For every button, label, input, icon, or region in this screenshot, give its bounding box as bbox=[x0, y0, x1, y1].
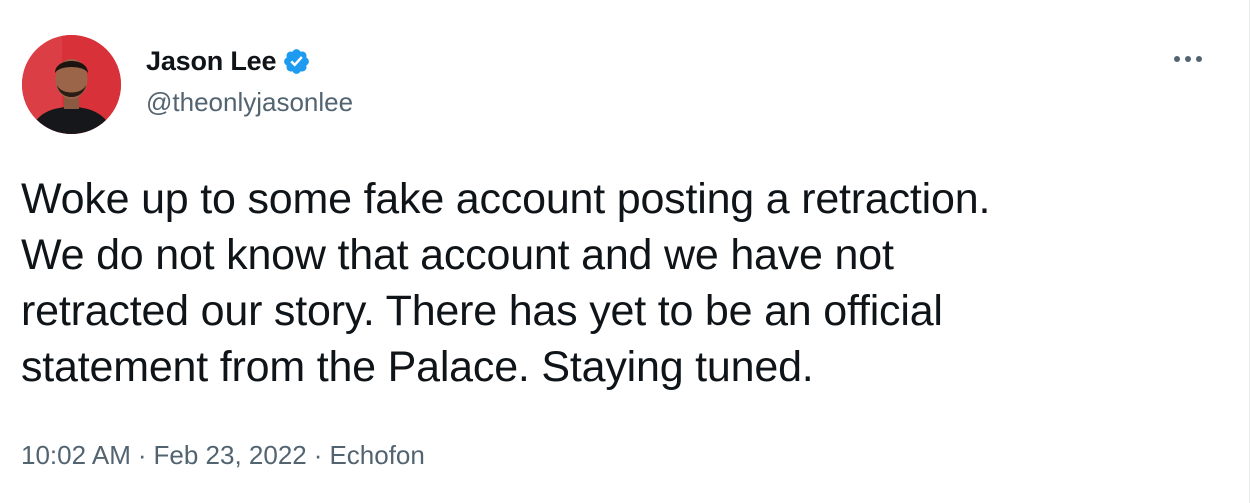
tweet-text-line: Woke up to some fake account posting a r… bbox=[21, 175, 991, 223]
avatar-image bbox=[22, 35, 121, 134]
verified-badge-icon bbox=[282, 47, 311, 76]
tweet-time[interactable]: 10:02 AM bbox=[21, 440, 131, 471]
tweet-text-line: retracted our story. There has yet to be… bbox=[21, 287, 943, 335]
tweet-text: Woke up to some fake account posting a r… bbox=[21, 171, 1211, 395]
tweet-text-line: statement from the Palace. Staying tuned… bbox=[21, 343, 814, 391]
tweet-text-line: We do not know that account and we have … bbox=[21, 231, 894, 279]
meta-separator: · bbox=[137, 440, 147, 470]
author-handle[interactable]: @theonlyjasonlee bbox=[146, 87, 353, 118]
author-name-row[interactable]: Jason Lee bbox=[146, 42, 311, 80]
avatar[interactable] bbox=[22, 35, 121, 134]
tweet-card: Jason Lee @theonlyjasonlee Woke up to so… bbox=[0, 0, 1250, 503]
tweet-date[interactable]: Feb 23, 2022 bbox=[154, 440, 307, 471]
meta-separator: · bbox=[313, 440, 323, 470]
more-options-button[interactable] bbox=[1168, 44, 1208, 74]
more-options-icon bbox=[1174, 56, 1202, 62]
author-display-name[interactable]: Jason Lee bbox=[146, 46, 276, 77]
tweet-metadata: 10:02 AM · Feb 23, 2022 · Echofon bbox=[21, 440, 425, 471]
tweet-source[interactable]: Echofon bbox=[329, 440, 424, 471]
